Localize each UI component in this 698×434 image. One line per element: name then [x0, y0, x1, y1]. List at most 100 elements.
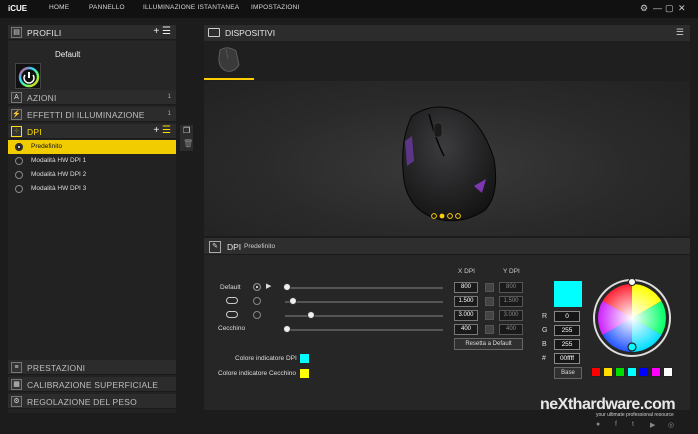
weight-icon: ⚙	[11, 396, 22, 407]
azioni-header[interactable]: A AZIONI 1	[8, 90, 176, 105]
calibrazione-header[interactable]: ▦ CALIBRAZIONE SUPERFICIALE	[8, 377, 176, 392]
palette-swatch[interactable]	[651, 367, 661, 377]
facebook-icon[interactable]: f	[615, 421, 617, 428]
dpi-slider-knob[interactable]	[283, 283, 291, 291]
palette-swatch[interactable]	[639, 367, 649, 377]
dpi-slider-track[interactable]	[285, 301, 443, 303]
b-label: B	[542, 341, 547, 348]
r-input[interactable]: 0	[554, 311, 580, 322]
play-icon[interactable]: ▶	[266, 282, 271, 290]
dpi-y-input[interactable]: 3.000	[499, 310, 523, 321]
azioni-icon: A	[11, 92, 22, 103]
base-button[interactable]: Base	[554, 367, 582, 379]
device-preview	[204, 81, 690, 236]
indicator-sniper-color-swatch[interactable]	[300, 369, 309, 378]
palette-swatch[interactable]	[615, 367, 625, 377]
add-dpi-icon[interactable]: +	[153, 125, 159, 136]
devices-menu-icon[interactable]: ☰	[676, 27, 684, 38]
maximize-icon[interactable]: ▢	[665, 3, 674, 13]
dpi-item-radio[interactable]	[15, 157, 23, 165]
dpi-x-input[interactable]: 1.500	[454, 296, 478, 307]
g-input[interactable]: 255	[554, 325, 580, 336]
dpi-y-input[interactable]: 800	[499, 282, 523, 293]
palette-swatch[interactable]	[663, 367, 673, 377]
g-label: G	[542, 327, 548, 334]
prestazioni-label: PRESTAZIONI	[27, 363, 86, 373]
twitter-icon[interactable]: t	[632, 421, 634, 428]
dpi-x-input[interactable]: 400	[454, 324, 478, 335]
profiles-icon: ▤	[11, 27, 22, 38]
instagram-icon[interactable]: ◎	[668, 421, 674, 429]
palette-swatch[interactable]	[603, 367, 613, 377]
dpi-side-toolbar: ❐ 🗑	[180, 125, 193, 151]
b-input[interactable]: 255	[554, 339, 580, 350]
profiles-header: ▤ PROFILI + ☰	[8, 25, 176, 40]
dpi-y-input[interactable]: 1.500	[499, 296, 523, 307]
dpi-item-radio[interactable]	[15, 171, 23, 179]
nav-home[interactable]: HOME	[49, 4, 69, 11]
dpi-slider-knob[interactable]	[306, 311, 315, 319]
dpi-menu-icon[interactable]: ☰	[162, 125, 171, 136]
indicator-dpi-color-swatch[interactable]	[300, 354, 309, 363]
dpi-link-checkbox[interactable]	[485, 325, 494, 334]
reset-default-button[interactable]: Resetta a Default	[454, 338, 523, 350]
close-icon[interactable]: ✕	[678, 3, 686, 13]
prestazioni-icon: ≡	[11, 362, 22, 373]
device-selected-indicator	[204, 78, 254, 80]
dpi-row-default-radio[interactable]	[253, 283, 261, 291]
add-profile-icon[interactable]: +	[153, 26, 159, 37]
azioni-label: AZIONI	[27, 93, 57, 103]
effetti-illuminazione-header[interactable]: ⚡ EFFETTI DI ILLUMINAZIONE 1	[8, 107, 176, 122]
nav-impostazioni[interactable]: IMPOSTAZIONI	[251, 4, 300, 11]
dpi-link-checkbox[interactable]	[485, 311, 494, 320]
profile-menu-icon[interactable]: ☰	[162, 26, 171, 37]
color-preview	[554, 281, 582, 307]
dpi-item-label: Predefinito	[31, 143, 63, 150]
dpi-y-input[interactable]: 400	[499, 324, 523, 335]
dpi-link-checkbox[interactable]	[485, 283, 494, 292]
peso-header[interactable]: ⚙ REGOLAZIONE DEL PESO	[8, 394, 176, 409]
profile-name: Default	[55, 50, 81, 59]
corsair-logo-icon	[18, 66, 40, 88]
hex-label: #	[542, 355, 546, 362]
prestazioni-header[interactable]: ≡ PRESTAZIONI	[8, 360, 176, 375]
palette-swatch[interactable]	[591, 367, 601, 377]
nav-pannello[interactable]: PANNELLO	[89, 4, 125, 11]
hex-input[interactable]: 00ffff	[554, 353, 580, 364]
youtube-icon[interactable]: ▶	[650, 421, 655, 429]
color-wheel[interactable]	[592, 278, 672, 358]
dpi-x-input[interactable]: 800	[454, 282, 478, 293]
minimize-icon[interactable]: —	[653, 3, 662, 13]
edit-icon[interactable]: ✎	[209, 241, 221, 253]
dpi-item-hw1[interactable]: Modalità HW DPI 1	[8, 154, 176, 168]
device-thumbnail-mouse[interactable]	[204, 41, 254, 79]
dpi-label: DPI	[27, 127, 42, 137]
dpi-header[interactable]: ⁘ DPI + ☰	[8, 124, 176, 139]
devices-header: DISPOSITIVI ☰	[204, 25, 690, 41]
palette-swatch[interactable]	[627, 367, 637, 377]
dpi-slider-knob[interactable]	[283, 325, 291, 333]
dpi-stage-toggle-icon[interactable]	[226, 311, 238, 318]
dpi-item-label: Modalità HW DPI 3	[31, 185, 87, 192]
dpi-item-predefinito[interactable]: Predefinito	[8, 140, 176, 154]
copy-icon[interactable]: ❐	[183, 126, 190, 135]
settings-icon[interactable]: ⚙	[640, 3, 648, 13]
dpi-link-checkbox[interactable]	[485, 297, 494, 306]
dpi-item-radio[interactable]	[15, 143, 23, 151]
dpi-slider-track[interactable]	[285, 329, 443, 331]
dpi-row-2-radio[interactable]	[253, 297, 261, 305]
dpi-panel-header: ✎ DPI Predefinito	[204, 238, 690, 255]
dpi-x-input[interactable]: 3.000	[454, 310, 478, 321]
dpi-item-hw3[interactable]: Modalità HW DPI 3	[8, 182, 176, 196]
app-title: iCUE	[8, 4, 28, 13]
dpi-row-3-radio[interactable]	[253, 311, 261, 319]
dpi-stage-toggle-icon[interactable]	[226, 297, 238, 304]
forum-icon[interactable]: ●	[596, 421, 600, 428]
nav-illuminazione-istantanea[interactable]: ILLUMINAZIONE ISTANTANEA	[143, 4, 239, 11]
dpi-item-hw2[interactable]: Modalità HW DPI 2	[8, 168, 176, 182]
trash-icon[interactable]: 🗑	[183, 139, 193, 148]
dpi-slider-track[interactable]	[285, 287, 443, 289]
indicator-dpi-label: Colore indicatore DPI	[235, 355, 297, 362]
devices-label: DISPOSITIVI	[225, 28, 276, 38]
dpi-item-radio[interactable]	[15, 185, 23, 193]
